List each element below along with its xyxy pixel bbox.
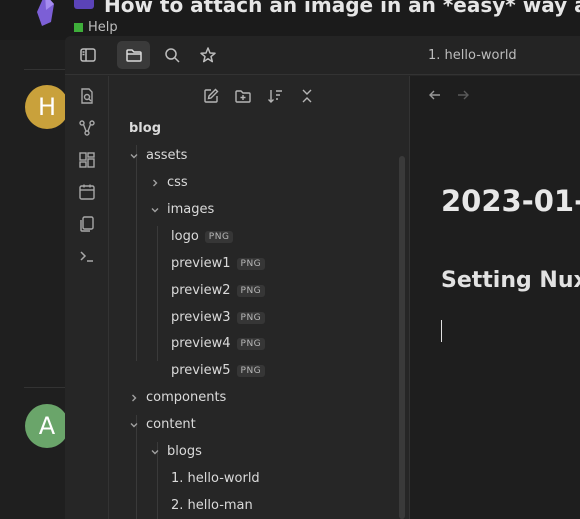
avatar[interactable]: H [25,85,69,129]
editor-pane: 2023-01-1 Setting Nuxt [410,76,580,519]
folder-label: assets [146,148,188,163]
tab-title[interactable]: 1. hello-world [428,48,517,63]
note-heading-2[interactable]: Setting Nuxt [441,268,580,293]
sidebar-toggle-icon[interactable] [71,41,104,69]
category-color-square [74,23,83,32]
file-ext-badge: PNG [204,230,234,243]
titlebar: 1. hello-world [65,36,580,75]
folder-css[interactable]: css [148,170,188,195]
tree-guide [136,145,137,361]
file-item[interactable]: preview2 PNG [171,278,266,303]
note-heading-1[interactable]: 2023-01-1 [441,184,580,218]
daily-note-icon[interactable] [76,181,98,203]
arrow-left-icon[interactable] [426,86,444,104]
chevron-down-icon [148,203,162,217]
templates-icon[interactable] [76,213,98,235]
file-item[interactable]: 2. hello-man [171,493,253,518]
star-icon[interactable] [191,41,224,69]
file-ext-badge: PNG [236,364,266,377]
folder-label: content [146,417,196,432]
file-item[interactable]: preview4 PNG [171,331,266,356]
folder-content[interactable]: content [127,412,196,437]
tree-guide [157,226,158,361]
chevron-down-icon [148,445,162,459]
folder-label: images [167,202,215,217]
graph-view-icon[interactable] [76,117,98,139]
chevron-right-icon [148,176,162,190]
file-ext-badge: PNG [236,284,266,297]
file-name: preview3 [171,310,231,325]
obsidian-window: 1. hello-world blog assets css images lo… [65,36,580,519]
open-quick-switcher-icon[interactable] [76,85,98,107]
new-folder-icon[interactable] [232,85,254,107]
collapse-all-icon[interactable] [296,85,318,107]
file-item[interactable]: preview3 PNG [171,305,266,330]
file-name: preview2 [171,283,231,298]
ribbon [65,76,109,519]
file-name: preview5 [171,363,231,378]
chevron-down-icon [127,418,141,432]
topic-title[interactable]: How to attach an image in an *easy* way … [104,0,580,17]
obsidian-logo-icon [37,0,54,26]
chevron-right-icon [127,391,141,405]
search-icon[interactable] [155,41,188,69]
sort-icon[interactable] [264,85,286,107]
file-ext-badge: PNG [236,257,266,270]
file-item[interactable]: 1. hello-world [171,466,260,491]
file-name: preview4 [171,336,231,351]
folder-images[interactable]: images [148,197,214,222]
file-name: 1. hello-world [171,471,260,486]
file-item[interactable]: preview1 PNG [171,251,266,276]
text-cursor [441,320,442,342]
folder-label: components [146,390,227,405]
file-item[interactable]: logo PNG [171,224,234,249]
file-ext-badge: PNG [236,337,266,350]
canvas-icon[interactable] [76,149,98,171]
new-note-icon[interactable] [200,85,222,107]
folder-label: blogs [167,444,202,459]
command-palette-icon[interactable] [76,245,98,267]
file-explorer: blog assets css images logo PNG preview1 P… [109,76,410,519]
vault-name[interactable]: blog [129,116,161,141]
forum-header: How to attach an image in an *easy* way … [0,0,580,40]
chevron-down-icon [127,149,141,163]
post-divider [24,387,68,388]
explorer-actions [109,76,410,116]
avatar[interactable]: A [25,404,69,448]
file-name: logo [171,229,199,244]
category-link[interactable]: Help [74,20,118,35]
file-ext-badge: PNG [236,311,266,324]
file-name: 2. hello-man [171,498,253,513]
category-label: Help [88,20,118,35]
scrollbar[interactable] [399,156,405,519]
arrow-right-icon[interactable] [454,86,472,104]
post-divider [24,69,68,70]
category-badge [74,0,94,9]
folder-icon[interactable] [117,41,150,69]
folder-blogs[interactable]: blogs [148,439,202,464]
folder-label: css [167,175,188,190]
file-item[interactable]: preview5 PNG [171,358,266,383]
folder-components[interactable]: components [127,385,226,410]
file-name: preview1 [171,256,231,271]
folder-assets[interactable]: assets [127,143,187,168]
